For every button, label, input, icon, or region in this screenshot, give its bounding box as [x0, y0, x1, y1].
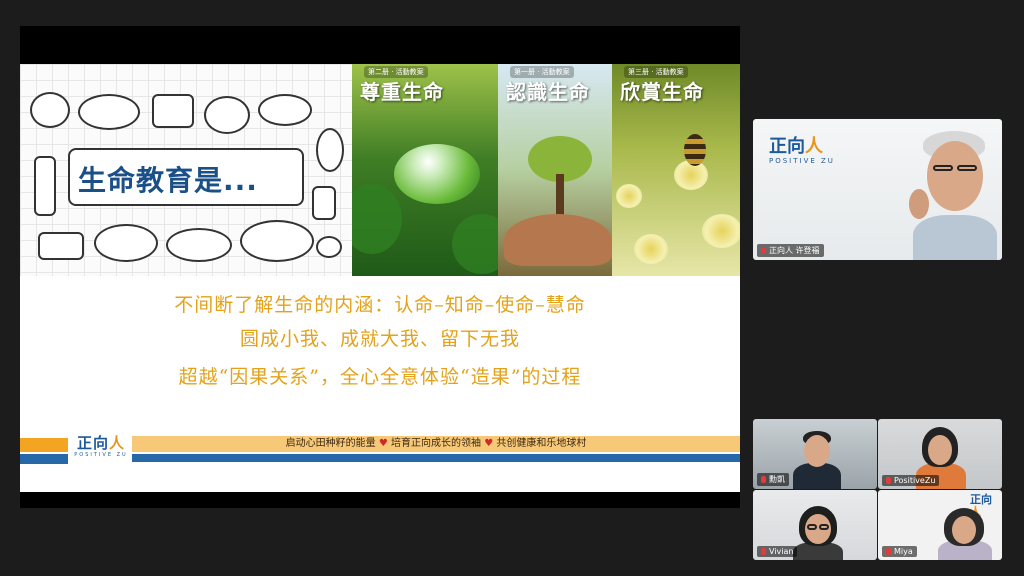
participant-name-label: Miya: [882, 546, 917, 557]
brand-logo: 正向人 POSITIVE ZU: [74, 434, 128, 458]
mic-muted-icon: [886, 477, 891, 484]
speech-bubble-icon: [240, 220, 314, 262]
participant-video-tile[interactable]: 正向人 Miya: [878, 490, 1002, 560]
participant-video-tile[interactable]: 勳凱: [753, 419, 877, 489]
book-title: 欣賞生命: [620, 80, 704, 104]
speech-bubble-icon: [316, 236, 342, 258]
mic-muted-icon: [886, 548, 891, 555]
slide-title: 生命教育是...: [78, 164, 258, 197]
speech-bubble-icon: [312, 186, 336, 220]
leaf-decoration: [452, 214, 498, 274]
speech-bubble-icon: [78, 94, 140, 130]
speech-bubble-icon: [38, 232, 84, 260]
tree-trunk: [556, 174, 564, 218]
speech-bubble-icon: [316, 128, 344, 172]
footer-orange-bar: [20, 438, 68, 452]
leaf-decoration: [352, 184, 402, 254]
shared-screen: 生命教育是... 第二册 · 活動教案 尊重生命 第一册 · 活動教案 認識生命: [20, 26, 740, 508]
slide-text-line-3: 超越“因果关系”，全心全意体验“造果”的过程: [178, 366, 582, 388]
presentation-slide: 生命教育是... 第二册 · 活動教案 尊重生命 第一册 · 活動教案 認識生命: [20, 64, 740, 492]
water-drop-image: [394, 144, 480, 204]
hand-image: [504, 214, 612, 266]
participant-name-label: 勳凱: [757, 473, 789, 486]
slide-footer: 正向人 POSITIVE ZU 启动心田种籽的能量 ♥ 培育正向成长的领袖 ♥ …: [20, 434, 740, 468]
speech-bubble-icon: [152, 94, 194, 128]
speaker-video-tile[interactable]: 正向人 POSITIVE ZU 正向人 许登福: [753, 119, 1002, 260]
speech-bubble-doodle-panel: 生命教育是...: [20, 64, 352, 276]
participant-name-label: PositiveZu: [882, 475, 940, 486]
brand-logo: 正向人 POSITIVE ZU: [769, 136, 835, 166]
heart-icon: ♥: [378, 438, 388, 449]
meeting-window: 生命教育是... 第二册 · 活動教案 尊重生命 第一册 · 活動教案 認識生命: [0, 0, 1024, 576]
footer-slogan: 启动心田种籽的能量 ♥ 培育正向成长的领袖 ♥ 共创健康和乐地球村: [285, 438, 587, 449]
speech-bubble-icon: [34, 156, 56, 216]
speech-bubble-icon: [94, 224, 158, 262]
heart-icon: ♥: [484, 438, 494, 449]
speech-bubble-icon: [258, 94, 312, 126]
footer-blue-bar: [20, 454, 68, 464]
slide-text-line-1: 不间断了解生命的内涵：认命–知命–使命–慧命: [174, 294, 586, 316]
book-title: 尊重生命: [360, 80, 444, 104]
speech-bubble-icon: [30, 92, 70, 128]
footer-blue-band: [132, 454, 740, 462]
book-title: 認識生命: [506, 80, 590, 104]
participant-name-label: 正向人 许登福: [757, 244, 824, 257]
book-cover-appreciate-life: 第三册 · 活動教案 欣賞生命: [612, 64, 740, 276]
bee-image: [684, 134, 706, 166]
speech-bubble-icon: [166, 228, 232, 262]
mic-muted-icon: [761, 247, 766, 254]
mic-muted-icon: [761, 548, 766, 555]
flower-image: [702, 214, 740, 248]
participant-video-tile[interactable]: PositiveZu: [878, 419, 1002, 489]
slide-text-line-2: 圆成小我、成就大我、留下无我: [239, 328, 520, 350]
participant-name-label: Vivian: [757, 546, 798, 557]
flower-image: [616, 184, 642, 208]
participant-video-tile[interactable]: Vivian: [753, 490, 877, 560]
mic-muted-icon: [761, 476, 766, 483]
flower-image: [634, 234, 668, 264]
speech-bubble-icon: [204, 96, 250, 134]
book-cover-know-life: 第一册 · 活動教案 認識生命: [498, 64, 612, 276]
book-cover-respect-life: 第二册 · 活動教案 尊重生命: [352, 64, 498, 276]
